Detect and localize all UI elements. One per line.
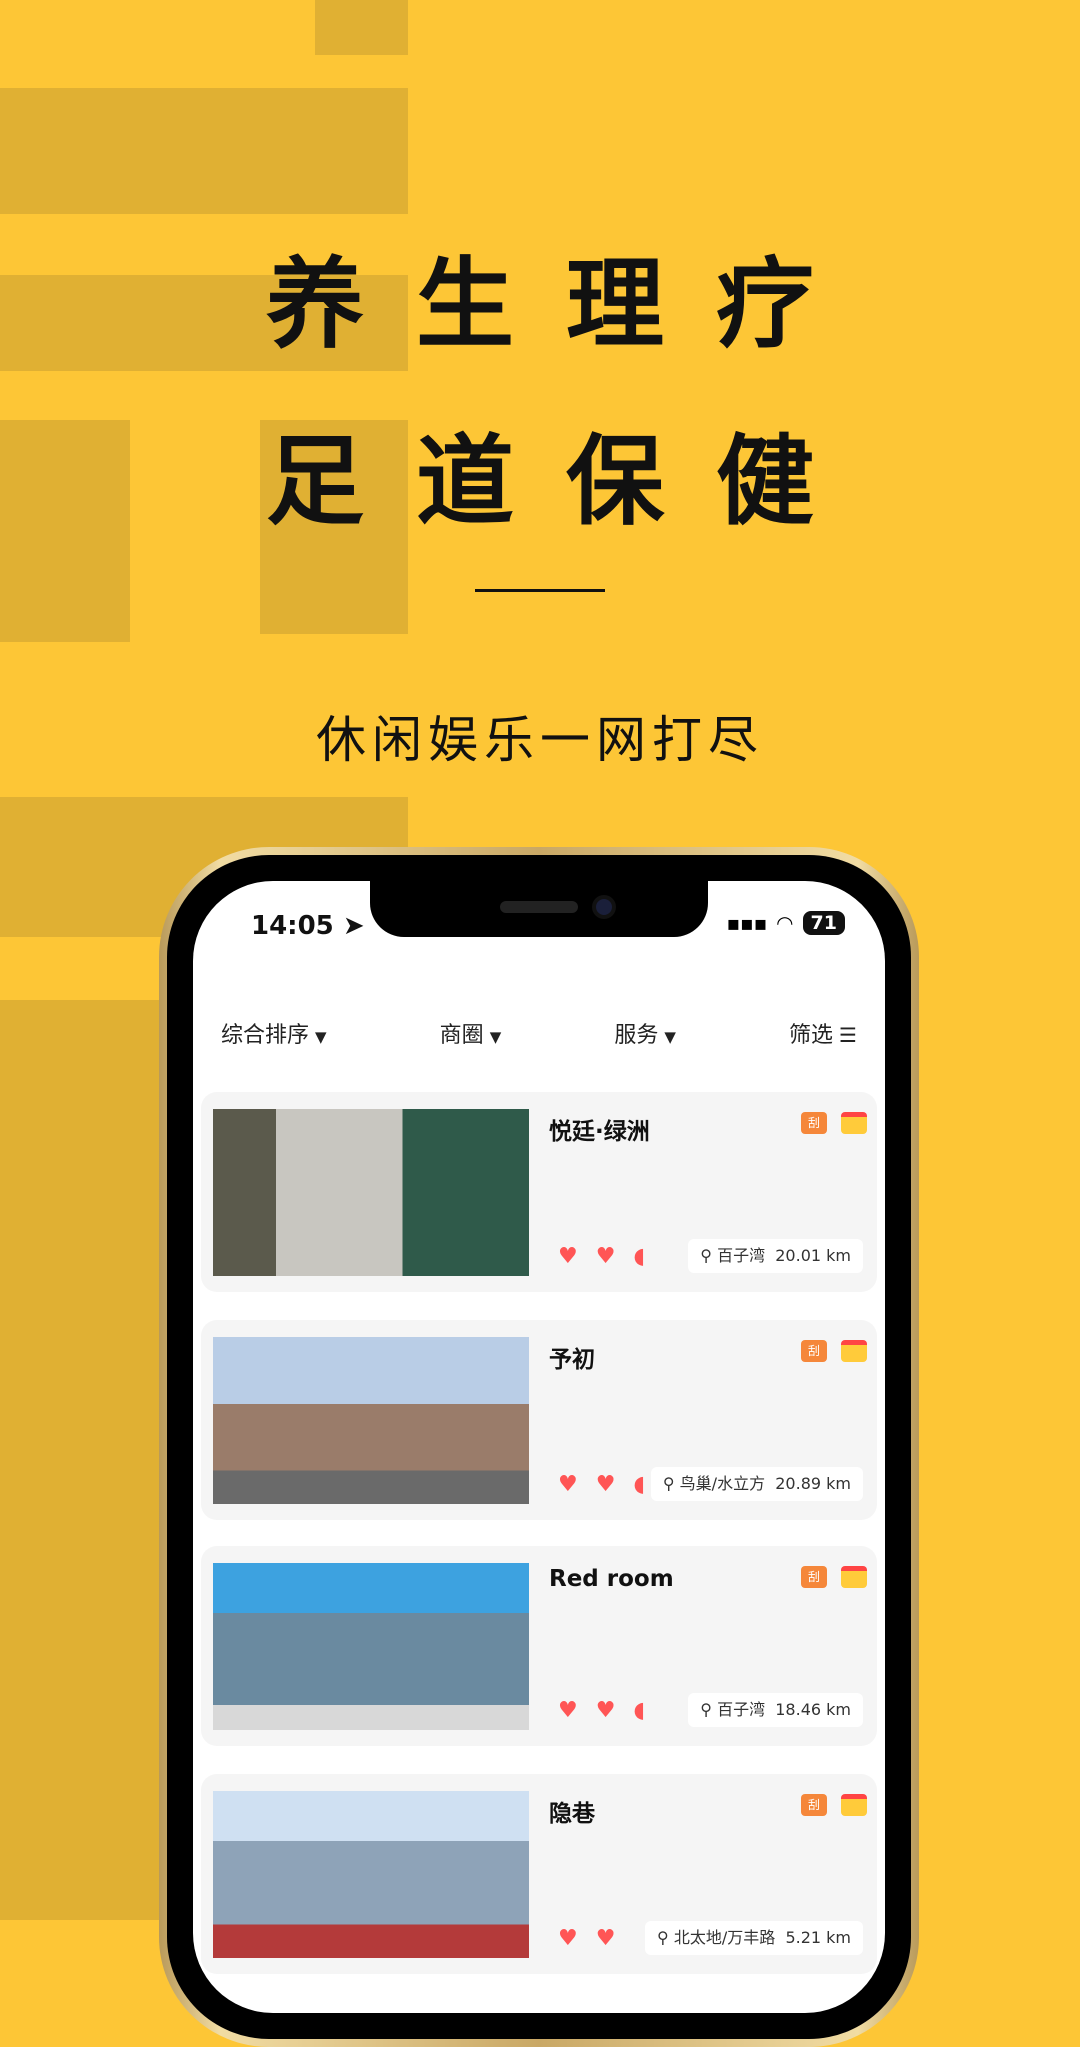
location-arrow-icon: ➤ [342,911,365,941]
hero-line-1: 养生理疗 [265,248,866,362]
camera-icon [592,895,616,919]
background-decoration [0,1000,160,1920]
battery-icon: 71 [802,911,845,935]
divider [475,589,605,592]
triangle-down-icon: ▼ [489,1028,502,1046]
status-icons: ▪▪▪ ◠ 71 [726,911,845,935]
heart-icon: ♥ [558,1472,578,1497]
shop-name: Red room [549,1566,674,1592]
rating-hearts: ♥ ♥ ◖ [558,1472,645,1497]
heart-icon: ♥ [558,1698,578,1723]
shop-image [213,1337,529,1504]
gift-icon [841,1340,867,1362]
shop-image [213,1563,529,1730]
shop-image [213,1791,529,1958]
shop-image [213,1109,529,1276]
location-pill: ⚲ 北太地/万丰路 5.21 km [645,1921,863,1955]
gift-icon [841,1566,867,1588]
gift-icon [841,1794,867,1816]
scratch-icon: 刮 [801,1794,827,1816]
filter-screen[interactable]: 筛选 ☰ [789,1017,857,1049]
filter-area[interactable]: 商圈 ▼ [440,1017,502,1049]
rating-hearts: ♥ ♥ ◖ [558,1244,645,1269]
shop-name: 悦廷·绿洲 [549,1119,650,1145]
background-decoration [315,0,408,55]
rating-hearts: ♥ ♥ [558,1926,615,1951]
half-heart-icon: ◖ [633,1698,646,1723]
shop-card[interactable]: Red room 刮 ♥ ♥ ◖ ⚲ 百子湾 18.46 km [201,1546,877,1746]
triangle-down-icon: ▼ [315,1028,327,1046]
heart-icon: ♥ [595,1698,616,1723]
background-decoration [0,88,408,214]
signal-icon: ▪▪▪ [726,911,768,935]
hero-subtitle: 休闲娱乐一网打尽 [316,711,764,769]
filter-lines-icon: ☰ [839,1023,857,1047]
hero-line-2: 足道保健 [265,425,866,539]
pin-icon: ⚲ [700,1700,712,1719]
pin-icon: ⚲ [657,1928,669,1947]
status-time: 14:05 ➤ [251,911,365,941]
location-pill: ⚲ 鸟巢/水立方 20.89 km [650,1467,863,1501]
shop-name: 隐巷 [549,1801,595,1827]
phone-screen: 14:05 ➤ ▪▪▪ ◠ 71 综合排序 ▼ 商圈 ▼ 服务 ▼ 筛选 ☰ 悦廷·绿洲 … [193,881,885,2013]
shop-card[interactable]: 悦廷·绿洲 刮 ♥ ♥ ◖ ⚲ 百子湾 20.01 km [201,1092,877,1292]
wifi-icon: ◠ [777,911,793,935]
triangle-down-icon: ▼ [664,1028,676,1046]
location-pill: ⚲ 百子湾 18.46 km [688,1693,863,1727]
scratch-icon: 刮 [801,1566,827,1588]
shop-card[interactable]: 隐巷 刮 ♥ ♥ ⚲ 北太地/万丰路 5.21 km [201,1774,877,1974]
heart-icon: ♥ [595,1472,616,1497]
scratch-icon: 刮 [801,1340,827,1362]
half-heart-icon: ◖ [633,1472,646,1497]
half-heart-icon: ◖ [633,1244,646,1269]
location-pill: ⚲ 百子湾 20.01 km [688,1239,863,1273]
filter-sort[interactable]: 综合排序 ▼ [221,1017,327,1049]
shop-card[interactable]: 予初 刮 ♥ ♥ ◖ ⚲ 鸟巢/水立方 20.89 km [201,1320,877,1520]
rating-hearts: ♥ ♥ ◖ [558,1698,645,1723]
heart-icon: ♥ [595,1926,616,1951]
scratch-icon: 刮 [801,1112,827,1134]
heart-icon: ♥ [558,1244,578,1269]
heart-icon: ♥ [558,1926,578,1951]
filter-bar: 综合排序 ▼ 商圈 ▼ 服务 ▼ 筛选 ☰ [193,1017,885,1049]
gift-icon [841,1112,867,1134]
shop-name: 予初 [549,1347,595,1373]
pin-icon: ⚲ [662,1474,675,1493]
notch [370,881,708,937]
filter-service[interactable]: 服务 ▼ [614,1017,676,1049]
heart-icon: ♥ [595,1244,616,1269]
pin-icon: ⚲ [700,1246,712,1265]
phone-frame: 14:05 ➤ ▪▪▪ ◠ 71 综合排序 ▼ 商圈 ▼ 服务 ▼ 筛选 ☰ 悦廷·绿洲 … [159,847,919,2047]
